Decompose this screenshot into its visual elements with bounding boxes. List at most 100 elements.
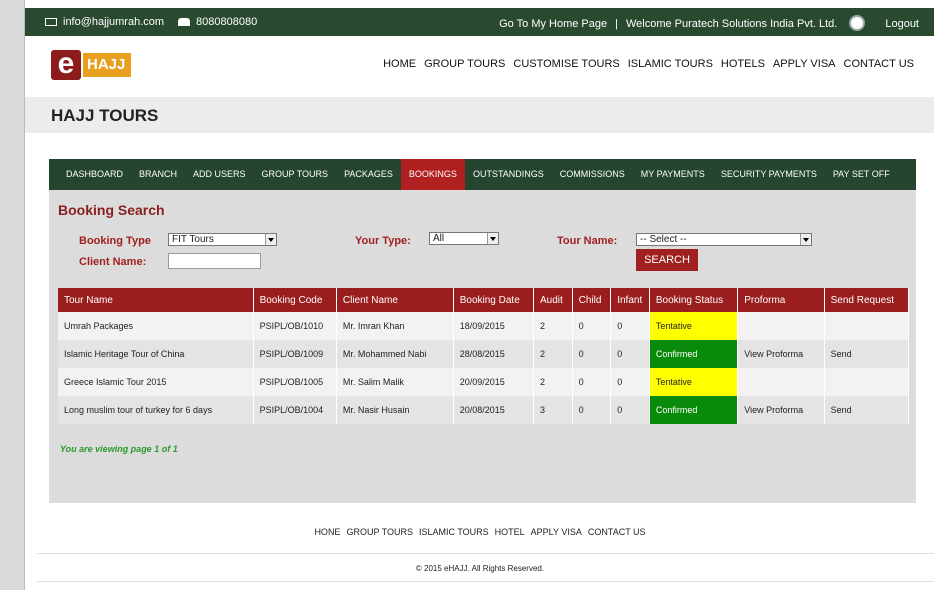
search-button[interactable]: SEARCH <box>636 249 698 271</box>
nav-contact-us[interactable]: CONTACT US <box>844 58 915 70</box>
client-name-input[interactable] <box>168 253 261 269</box>
home-page-link[interactable]: Go To My Home Page <box>499 18 607 30</box>
logout-link[interactable]: Logout <box>885 18 919 30</box>
footer-islamic-tours[interactable]: ISLAMIC TOURS <box>419 527 489 537</box>
subnav-packages[interactable]: PACKAGES <box>336 159 401 190</box>
logo-word: HAJJ <box>83 53 132 77</box>
chevron-down-icon <box>265 234 276 245</box>
subnav-group-tours[interactable]: GROUP TOURS <box>254 159 337 190</box>
cell-infant: 0 <box>610 396 650 424</box>
nav-home[interactable]: HOME <box>383 58 416 70</box>
avatar[interactable] <box>849 15 866 31</box>
col-booking-date: Booking Date <box>453 288 535 312</box>
tour-name-label: Tour Name: <box>557 235 618 247</box>
subnav-add-users[interactable]: ADD USERS <box>185 159 254 190</box>
mail-icon <box>45 18 57 26</box>
cell-booking-code: PSIPL/OB/1010 <box>253 312 337 340</box>
view-proforma-link[interactable]: View Proforma <box>737 396 825 424</box>
page: info@hajjumrah.com 8080808080 Go To My H… <box>24 0 934 590</box>
page-title: HAJJ TOURS <box>51 106 159 125</box>
subnav-branch[interactable]: BRANCH <box>131 159 185 190</box>
email-link[interactable]: info@hajjumrah.com <box>63 16 164 28</box>
status-badge: Tentative <box>649 368 739 396</box>
logo[interactable]: e HAJJ <box>51 49 132 80</box>
cell-client-name: Mr. Nasir Husain <box>336 396 454 424</box>
divider: | <box>615 18 618 30</box>
cell-child: 0 <box>572 368 612 396</box>
col-child: Child <box>572 288 612 312</box>
bookings-table: Tour Name Booking Code Client Name Booki… <box>58 288 910 424</box>
sub-nav: DASHBOARD BRANCH ADD USERS GROUP TOURS P… <box>49 159 916 190</box>
cell-booking-code: PSIPL/OB/1004 <box>253 396 337 424</box>
cell-proforma <box>737 368 825 396</box>
table-row: Umrah Packages PSIPL/OB/1010 Mr. Imran K… <box>58 312 910 340</box>
nav-group-tours[interactable]: GROUP TOURS <box>424 58 505 70</box>
your-type-select[interactable]: All <box>429 232 499 245</box>
footer-hotel[interactable]: HOTEL <box>495 527 525 537</box>
main-nav: HOME GROUP TOURS CUSTOMISE TOURS ISLAMIC… <box>383 58 914 70</box>
cell-tour-name: Greece Islamic Tour 2015 <box>58 368 254 396</box>
cell-tour-name: Long muslim tour of turkey for 6 days <box>58 396 254 424</box>
cell-booking-date: 20/09/2015 <box>453 368 535 396</box>
cell-infant: 0 <box>610 368 650 396</box>
subnav-my-payments[interactable]: MY PAYMENTS <box>633 159 713 190</box>
chevron-down-icon <box>800 234 811 245</box>
welcome-text: Welcome Puratech Solutions India Pvt. Lt… <box>625 18 838 30</box>
nav-apply-visa[interactable]: APPLY VISA <box>773 58 836 70</box>
booking-panel: DASHBOARD BRANCH ADD USERS GROUP TOURS P… <box>49 159 916 503</box>
cell-booking-date: 20/08/2015 <box>453 396 535 424</box>
subnav-outstandings[interactable]: OUTSTANDINGS <box>465 159 552 190</box>
your-type-label: Your Type: <box>355 235 411 247</box>
subnav-security-payments[interactable]: SECURITY PAYMENTS <box>713 159 825 190</box>
client-name-label: Client Name: <box>79 256 147 268</box>
col-proforma: Proforma <box>737 288 825 312</box>
cell-send-request <box>824 368 910 396</box>
send-link[interactable]: Send <box>824 340 910 368</box>
footer-contact-us[interactable]: CONTACT US <box>588 527 646 537</box>
footer-group-tours[interactable]: GROUP TOURS <box>346 527 413 537</box>
table-row: Long muslim tour of turkey for 6 days PS… <box>58 396 910 424</box>
col-client-name: Client Name <box>336 288 454 312</box>
phone-number: 8080808080 <box>196 16 258 28</box>
view-proforma-link[interactable]: View Proforma <box>737 340 825 368</box>
cell-audit: 2 <box>533 368 573 396</box>
cell-audit: 2 <box>533 312 573 340</box>
col-audit: Audit <box>533 288 573 312</box>
cell-booking-date: 18/09/2015 <box>453 312 535 340</box>
cell-booking-code: PSIPL/OB/1005 <box>253 368 337 396</box>
booking-type-select[interactable]: FIT Tours <box>168 233 277 246</box>
col-tour-name: Tour Name <box>58 288 254 312</box>
cell-send-request <box>824 312 910 340</box>
top-bar: info@hajjumrah.com 8080808080 Go To My H… <box>25 8 934 36</box>
title-bar: HAJJ TOURS <box>25 97 934 133</box>
status-badge: Confirmed <box>649 396 739 424</box>
footer-home[interactable]: HONE <box>314 527 340 537</box>
cell-booking-date: 28/08/2015 <box>453 340 535 368</box>
cell-audit: 2 <box>533 340 573 368</box>
copyright: © 2015 eHAJJ. All Rights Reserved. <box>415 564 545 573</box>
status-badge: Tentative <box>649 312 739 340</box>
chevron-down-icon <box>487 233 498 244</box>
phone-icon <box>178 18 191 26</box>
cell-client-name: Mr. Imran Khan <box>336 312 454 340</box>
status-badge: Confirmed <box>649 340 739 368</box>
tour-name-select[interactable]: -- Select -- <box>636 233 812 246</box>
cell-child: 0 <box>572 340 612 368</box>
cell-tour-name: Umrah Packages <box>58 312 254 340</box>
nav-hotels[interactable]: HOTELS <box>721 58 765 70</box>
divider <box>37 553 934 554</box>
booking-type-value: FIT Tours <box>172 234 214 245</box>
logo-letter: e <box>51 49 81 80</box>
subnav-dashboard[interactable]: DASHBOARD <box>58 159 131 190</box>
cell-infant: 0 <box>610 312 650 340</box>
footer-apply-visa[interactable]: APPLY VISA <box>531 527 582 537</box>
subnav-pay-set-off[interactable]: PAY SET OFF <box>825 159 898 190</box>
nav-islamic-tours[interactable]: ISLAMIC TOURS <box>628 58 713 70</box>
nav-customise-tours[interactable]: CUSTOMISE TOURS <box>513 58 619 70</box>
booking-type-label: Booking Type <box>79 235 151 247</box>
subnav-commissions[interactable]: COMMISSIONS <box>552 159 633 190</box>
cell-tour-name: Islamic Heritage Tour of China <box>58 340 254 368</box>
subnav-bookings[interactable]: BOOKINGS <box>400 159 465 190</box>
send-link[interactable]: Send <box>824 396 910 424</box>
cell-client-name: Mr. Mohammed Nabi <box>336 340 454 368</box>
